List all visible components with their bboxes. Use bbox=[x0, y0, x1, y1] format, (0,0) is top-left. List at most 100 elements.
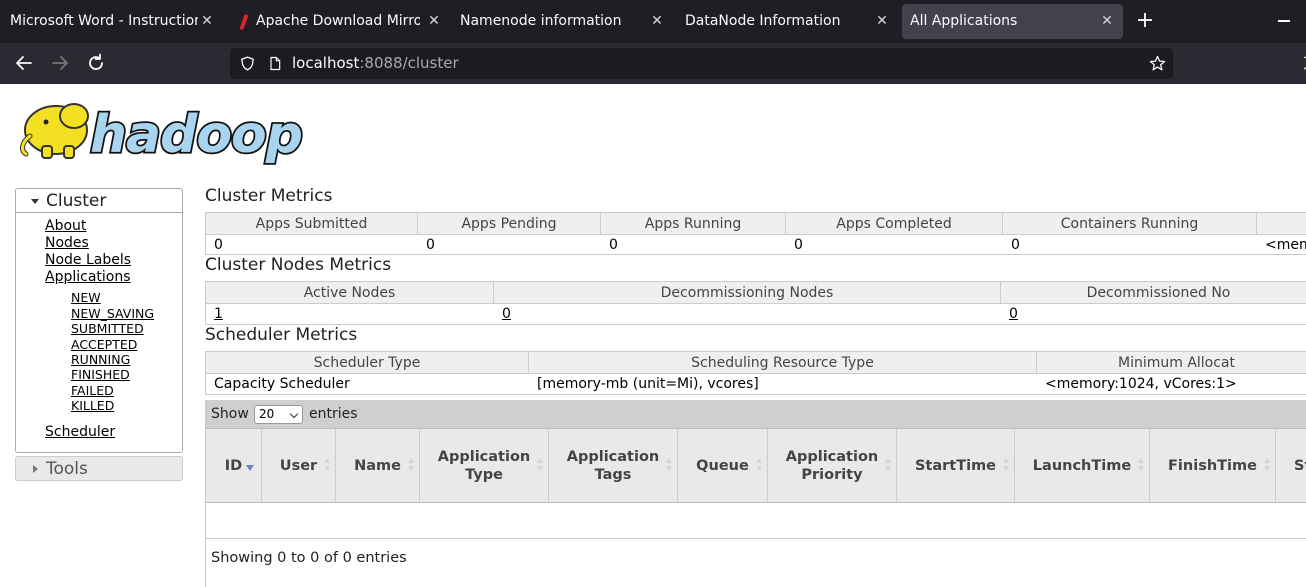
app-state-link-new-saving[interactable]: NEW_SAVING bbox=[71, 306, 154, 321]
column-header-user[interactable]: User bbox=[262, 429, 336, 502]
sidebar-link-node-labels[interactable]: Node Labels bbox=[45, 252, 131, 269]
table-row: 1 0 0 bbox=[206, 304, 1306, 325]
shield-icon[interactable] bbox=[239, 55, 256, 72]
column-header-application-type[interactable]: Application Type bbox=[420, 429, 549, 502]
value-truncated: <mem bbox=[1265, 237, 1306, 253]
back-arrow-icon[interactable] bbox=[12, 51, 36, 75]
reload-icon[interactable] bbox=[84, 51, 108, 75]
header-decommissioning-nodes: Decommissioning Nodes bbox=[494, 282, 1001, 303]
browser-nav-bar: localhost:8088/cluster bbox=[0, 43, 1306, 84]
value-containers-running: 0 bbox=[1011, 237, 1020, 253]
sidebar-link-nodes[interactable]: Nodes bbox=[45, 235, 89, 252]
sidebar-link-scheduler[interactable]: Scheduler bbox=[45, 424, 115, 441]
tab-title: Namenode information bbox=[460, 13, 622, 29]
close-icon[interactable]: ✕ bbox=[1099, 4, 1115, 39]
scheduler-metrics-table: Scheduler Type Scheduling Resource Type … bbox=[205, 351, 1306, 395]
app-state-link-accepted[interactable]: ACCEPTED bbox=[71, 337, 137, 352]
hadoop-logo: hadoop bbox=[20, 103, 305, 166]
tab-apache-mirrors[interactable]: Apache Download Mirrors ✕ bbox=[226, 4, 450, 39]
expand-triangle-icon bbox=[31, 199, 39, 204]
table-row: Capacity Scheduler [memory-mb (unit=Mi),… bbox=[206, 374, 1306, 395]
app-state-link-finished[interactable]: FINISHED bbox=[71, 367, 130, 382]
header-decommissioned-nodes: Decommissioned No bbox=[1001, 282, 1306, 303]
column-label: Application Priority bbox=[785, 448, 879, 483]
sort-descending-icon bbox=[246, 465, 254, 471]
app-state-link-submitted[interactable]: SUBMITTED bbox=[71, 321, 144, 336]
address-bar[interactable]: localhost:8088/cluster bbox=[230, 48, 1173, 79]
app-state-link-failed[interactable]: FAILED bbox=[71, 383, 114, 398]
value-apps-completed: 0 bbox=[794, 237, 803, 253]
value-decommissioning-nodes: 0 bbox=[494, 304, 1001, 325]
column-label: User bbox=[279, 457, 318, 474]
sort-icon bbox=[1138, 458, 1145, 472]
column-header-application-tags[interactable]: Application Tags bbox=[549, 429, 678, 502]
tab-namenode-information[interactable]: Namenode information ✕ bbox=[450, 4, 674, 39]
column-label: Name bbox=[354, 457, 401, 474]
decommissioning-nodes-link[interactable]: 0 bbox=[502, 306, 511, 322]
table-info-footer: Showing 0 to 0 of 0 entries bbox=[211, 550, 407, 566]
tab-all-applications[interactable]: All Applications ✕ bbox=[902, 4, 1123, 39]
app-state-link-new[interactable]: NEW bbox=[71, 290, 101, 305]
column-header-queue[interactable]: Queue bbox=[678, 429, 768, 502]
browser-tab-bar: Microsoft Word - Instructions ✕ Apache D… bbox=[0, 0, 1306, 43]
sidebar-link-applications[interactable]: Applications bbox=[45, 269, 131, 286]
column-label: Queue bbox=[696, 457, 749, 474]
tab-title: All Applications bbox=[910, 13, 1018, 29]
decommissioned-nodes-link[interactable]: 0 bbox=[1009, 306, 1018, 322]
column-header-application-priority[interactable]: Application Priority bbox=[768, 429, 897, 502]
column-header-state[interactable]: St bbox=[1276, 429, 1306, 502]
column-header-id[interactable]: ID bbox=[206, 429, 262, 502]
header-active-nodes: Active Nodes bbox=[206, 282, 494, 303]
bookmark-star-icon[interactable] bbox=[1148, 54, 1167, 73]
table-row: 0 0 0 0 0 <mem bbox=[206, 235, 1306, 255]
close-icon[interactable]: ✕ bbox=[649, 4, 665, 39]
tab-word-instructions[interactable]: Microsoft Word - Instructions ✕ bbox=[0, 4, 220, 39]
column-header-launch-time[interactable]: LaunchTime bbox=[1015, 429, 1150, 502]
sidebar-cluster-panel: Cluster About Nodes Node Labels Applicat… bbox=[15, 188, 183, 453]
apache-feather-icon bbox=[239, 13, 249, 31]
value-decommissioned-nodes: 0 bbox=[1001, 304, 1306, 325]
sort-icon bbox=[408, 458, 415, 472]
value-active-nodes: 1 bbox=[206, 304, 494, 325]
collapsed-triangle-icon bbox=[33, 465, 38, 473]
table-header-row: Apps Submitted Apps Pending Apps Running… bbox=[206, 213, 1306, 235]
header-apps-submitted: Apps Submitted bbox=[206, 213, 418, 234]
app-state-link-running[interactable]: RUNNING bbox=[71, 352, 130, 367]
entries-label: entries bbox=[309, 406, 358, 422]
show-label: Show bbox=[211, 406, 249, 422]
tab-title: DataNode Information bbox=[685, 13, 841, 29]
active-nodes-link[interactable]: 1 bbox=[214, 306, 223, 322]
entries-per-page-select[interactable]: 20 bbox=[254, 405, 303, 424]
close-icon[interactable]: ✕ bbox=[874, 4, 890, 39]
column-header-start-time[interactable]: StartTime bbox=[897, 429, 1015, 502]
scheduler-metrics-title: Scheduler Metrics bbox=[205, 325, 358, 345]
extension-icon[interactable] bbox=[1296, 55, 1306, 71]
table-length-toolbar: Show 20 entries bbox=[206, 400, 1306, 428]
value-scheduling-resource-type: [memory-mb (unit=Mi), vcores] bbox=[537, 376, 759, 392]
close-icon[interactable]: ✕ bbox=[426, 4, 442, 39]
close-icon[interactable]: ✕ bbox=[199, 4, 215, 39]
forward-arrow-icon[interactable] bbox=[48, 51, 72, 75]
sidebar-link-about[interactable]: About bbox=[45, 218, 86, 235]
cluster-metrics-title: Cluster Metrics bbox=[205, 186, 333, 206]
minimize-window-icon[interactable] bbox=[1278, 20, 1290, 22]
url-text[interactable]: localhost:8088/cluster bbox=[292, 48, 459, 79]
sort-icon bbox=[324, 458, 331, 472]
sidebar-tools-header[interactable]: Tools bbox=[15, 456, 183, 481]
table-header-row: Active Nodes Decommissioning Nodes Decom… bbox=[206, 282, 1306, 304]
header-apps-running: Apps Running bbox=[601, 213, 786, 234]
column-label: FinishTime bbox=[1168, 457, 1257, 474]
new-tab-icon[interactable]: + bbox=[1134, 8, 1156, 34]
column-label: Application Tags bbox=[566, 448, 660, 483]
column-header-name[interactable]: Name bbox=[336, 429, 420, 502]
url-host: localhost bbox=[292, 54, 360, 72]
hadoop-wordmark: hadoop bbox=[90, 105, 302, 165]
app-state-link-killed[interactable]: KILLED bbox=[71, 398, 114, 413]
page-icon[interactable] bbox=[267, 55, 283, 72]
header-scheduling-resource-type: Scheduling Resource Type bbox=[529, 352, 1037, 373]
value-apps-running: 0 bbox=[609, 237, 618, 253]
tab-datanode-information[interactable]: DataNode Information ✕ bbox=[675, 4, 899, 39]
column-label: Application Type bbox=[437, 448, 531, 483]
sidebar-cluster-header[interactable]: Cluster bbox=[16, 189, 182, 213]
column-header-finish-time[interactable]: FinishTime bbox=[1150, 429, 1276, 502]
